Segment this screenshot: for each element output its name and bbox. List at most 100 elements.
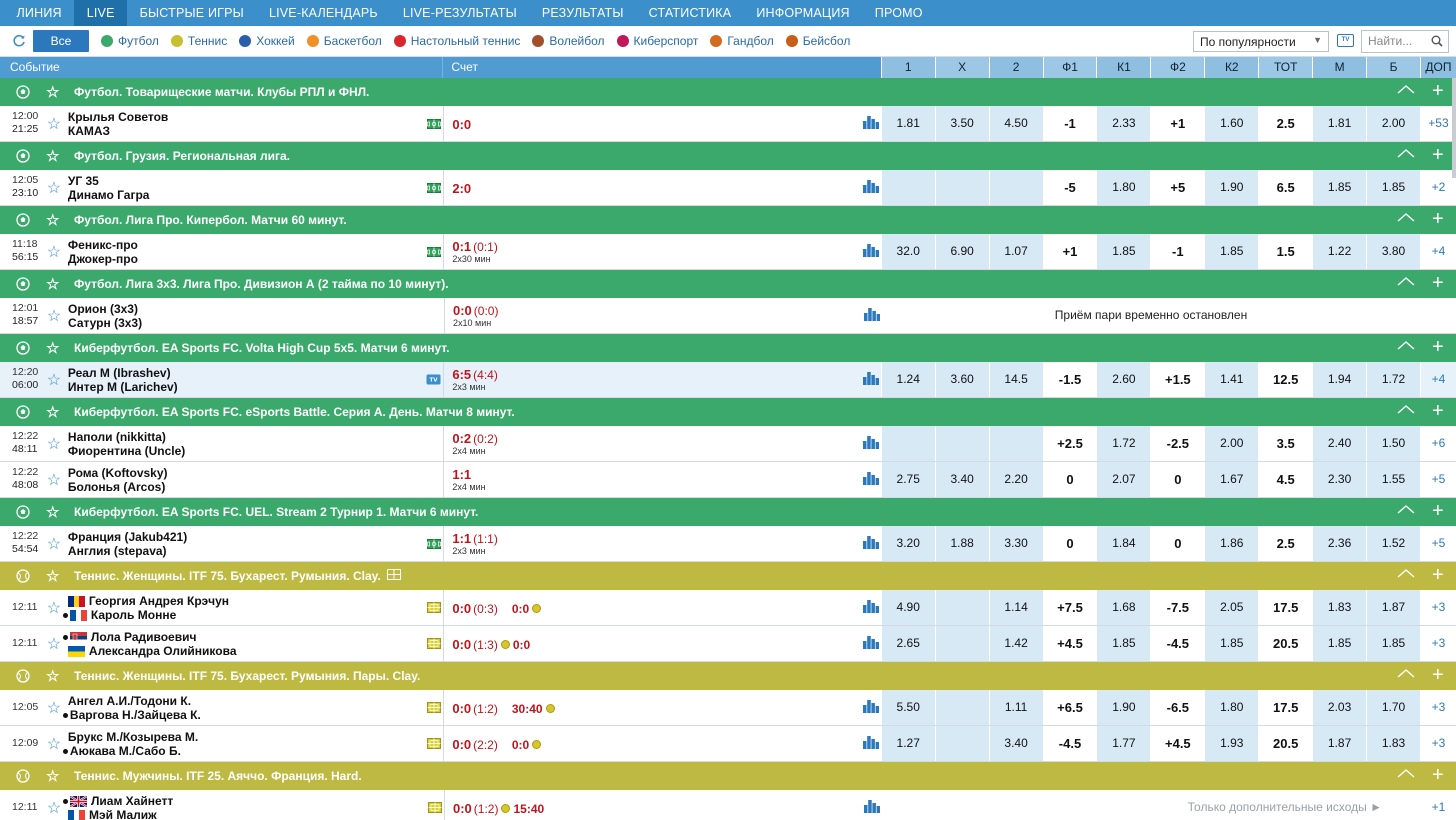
odd-cell[interactable]: 1.81 xyxy=(1312,106,1367,141)
nav-item[interactable]: ПРОМО xyxy=(862,0,935,26)
tv-icon[interactable]: TV xyxy=(1337,34,1354,47)
odd-cell[interactable]: 1.24 xyxy=(880,362,935,397)
odd-cell[interactable]: 2.75 xyxy=(880,462,935,497)
sport-filter-item[interactable]: Теннис xyxy=(170,34,227,48)
chevron-up-icon[interactable] xyxy=(1397,338,1415,353)
statistics-icon[interactable] xyxy=(862,634,879,652)
chevron-up-icon[interactable] xyxy=(1397,502,1415,517)
statistics-icon[interactable] xyxy=(862,242,879,260)
sport-filter-item[interactable]: Баскетбол xyxy=(306,34,382,48)
statistics-icon[interactable] xyxy=(862,370,879,388)
plus-icon[interactable]: + xyxy=(1432,80,1444,103)
odd-cell[interactable]: 4.90 xyxy=(880,590,935,625)
odd-cell[interactable]: 1.22 xyxy=(1312,234,1367,269)
odd-cell[interactable]: 1.94 xyxy=(1312,362,1367,397)
star-icon[interactable]: ☆ xyxy=(46,667,68,685)
sport-filter-item[interactable]: Киберспорт xyxy=(616,34,698,48)
header-event[interactable]: Событие xyxy=(0,57,444,78)
star-icon[interactable]: ☆ xyxy=(46,147,68,165)
statistics-icon[interactable] xyxy=(864,306,880,324)
chevron-up-icon[interactable] xyxy=(1397,766,1415,781)
chevron-up-icon[interactable] xyxy=(1397,274,1415,289)
star-icon[interactable]: ☆ xyxy=(40,462,68,497)
odd-cell[interactable]: 1.83 xyxy=(1312,590,1367,625)
event-row[interactable]: 12:22 54:54 ☆ Франция (Jakub421) Англия (ste… xyxy=(0,526,1456,562)
odd-cell[interactable]: 32.0 xyxy=(880,234,935,269)
star-icon[interactable]: ☆ xyxy=(40,170,68,205)
odd-cell[interactable]: 1.85 xyxy=(1204,234,1259,269)
event-row[interactable]: 12:22 48:11 ☆ Наполи (nikkitta) Фиорентина (… xyxy=(0,426,1456,462)
statistics-icon[interactable] xyxy=(862,434,879,452)
league-header[interactable]: ☆ Футбол. Грузия. Региональная лига. + xyxy=(0,142,1456,170)
odd-cell[interactable]: 3.60 xyxy=(934,362,989,397)
event-row[interactable]: 12:05 23:10 ☆ УГ 35 Динамо Гагра 2:0 -5 1.80 +5 1… xyxy=(0,170,1456,206)
event-teams[interactable]: Лола Радивоевич Александра Олийникова xyxy=(62,626,443,661)
statistics-icon[interactable] xyxy=(862,734,879,752)
sort-select[interactable]: По популярности ▼ xyxy=(1193,31,1329,52)
event-row[interactable]: 12:20 06:00 ☆ Реал М (Ibrashev) Интер М (Lar… xyxy=(0,362,1456,398)
star-icon[interactable]: ☆ xyxy=(40,426,68,461)
odd-cell[interactable]: 5.50 xyxy=(880,690,935,725)
odd-cell[interactable]: 1.87 xyxy=(1366,590,1420,625)
star-icon[interactable]: ☆ xyxy=(46,567,68,585)
event-teams[interactable]: Ангел А.И./Тодони К. Варгова Н./Зайцева К… xyxy=(62,690,443,725)
sport-filter-item[interactable]: Гандбол xyxy=(710,34,774,48)
chevron-up-icon[interactable] xyxy=(1397,146,1415,161)
chevron-up-icon[interactable] xyxy=(1397,210,1415,225)
event-teams[interactable]: УГ 35 Динамо Гагра xyxy=(68,170,443,205)
league-header[interactable]: ☆ Футбол. Товарищеские матчи. Клубы РПЛ и… xyxy=(0,78,1456,106)
odd-cell[interactable]: 1.52 xyxy=(1366,526,1420,561)
star-icon[interactable]: ☆ xyxy=(40,626,68,661)
league-header[interactable]: ☆ Киберфутбол. EA Sports FC. eSports Batt… xyxy=(0,398,1456,426)
league-header[interactable]: ☆ Киберфутбол. EA Sports FC. Volta High C… xyxy=(0,334,1456,362)
odd-cell[interactable]: 1.90 xyxy=(1096,690,1151,725)
odd-cell[interactable]: 2.40 xyxy=(1312,426,1367,461)
league-header[interactable]: ☆ Футбол. Лига 3х3. Лига Про. Дивизион А … xyxy=(0,270,1456,298)
more-markets-link[interactable]: +53 xyxy=(1419,106,1456,141)
odd-cell[interactable]: 1.85 xyxy=(1366,626,1420,661)
sport-filter-item[interactable]: Настольный теннис xyxy=(393,34,520,48)
statistics-icon[interactable] xyxy=(862,698,879,716)
more-markets-link[interactable]: +1 xyxy=(1420,790,1456,820)
league-header[interactable]: ☆ Теннис. Женщины. ITF 75. Бухарест. Румы… xyxy=(0,662,1456,690)
nav-item[interactable]: ЛИНИЯ xyxy=(4,0,74,26)
event-teams[interactable]: Крылья Советов КАМАЗ xyxy=(68,106,443,141)
odd-cell[interactable]: 1.84 xyxy=(1096,526,1151,561)
odd-cell[interactable]: 1.70 xyxy=(1366,690,1420,725)
chevron-up-icon[interactable] xyxy=(1397,402,1415,417)
odd-cell[interactable]: 1.87 xyxy=(1312,726,1367,761)
odd-cell[interactable]: 1.90 xyxy=(1204,170,1259,205)
more-markets-link[interactable]: +5 xyxy=(1419,462,1456,497)
event-row[interactable]: 12:11 ☆ Лиам Хайнетт Мэй Малиж 0:0 (1:2) 15:40… xyxy=(0,790,1456,820)
plus-icon[interactable]: + xyxy=(1432,764,1444,787)
odd-cell[interactable]: 1.86 xyxy=(1204,526,1259,561)
odd-cell[interactable]: 1.60 xyxy=(1204,106,1259,141)
odd-cell[interactable]: 1.72 xyxy=(1366,362,1420,397)
more-markets-link[interactable]: +3 xyxy=(1419,726,1456,761)
odd-cell[interactable]: 4.50 xyxy=(988,106,1043,141)
star-icon[interactable]: ☆ xyxy=(46,403,68,421)
tv-icon[interactable]: TV xyxy=(426,374,441,388)
odd-cell[interactable]: 2.65 xyxy=(880,626,935,661)
scrollbar[interactable] xyxy=(1452,78,1456,178)
odd-cell[interactable]: 3.40 xyxy=(934,462,989,497)
odd-cell[interactable]: 1.41 xyxy=(1204,362,1259,397)
odd-cell[interactable]: 14.5 xyxy=(988,362,1043,397)
odd-cell[interactable]: 2.33 xyxy=(1096,106,1151,141)
sport-filter-item[interactable]: Бейсбол xyxy=(785,34,850,48)
statistics-icon[interactable] xyxy=(862,598,879,616)
refresh-icon[interactable] xyxy=(10,32,28,50)
odd-cell[interactable]: 6.90 xyxy=(934,234,989,269)
odd-cell[interactable]: 2.07 xyxy=(1096,462,1151,497)
chevron-up-icon[interactable] xyxy=(1397,566,1415,581)
event-row[interactable]: 12:11 ☆ Георгия Андрея Крэчун Кароль Монне 0… xyxy=(0,590,1456,626)
event-teams[interactable]: Феникс-про Джокер-про xyxy=(68,234,443,269)
event-teams[interactable]: Франция (Jakub421) Англия (stepava) xyxy=(68,526,443,561)
odd-cell[interactable]: 3.40 xyxy=(988,726,1043,761)
odd-cell[interactable]: 1.77 xyxy=(1096,726,1151,761)
league-header[interactable]: ☆ Футбол. Лига Про. Кипербол. Матчи 60 ми… xyxy=(0,206,1456,234)
star-icon[interactable]: ☆ xyxy=(40,106,68,141)
sport-filter-item[interactable]: Футбол xyxy=(101,34,159,48)
odd-cell[interactable]: 1.27 xyxy=(880,726,935,761)
league-header[interactable]: ☆ Теннис. Женщины. ITF 75. Бухарест. Румы… xyxy=(0,562,1456,590)
